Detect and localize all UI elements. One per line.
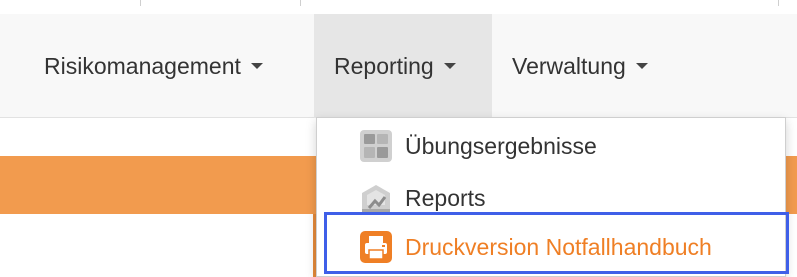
reports-icon: [362, 185, 390, 212]
divider: [140, 0, 141, 6]
menu-item-label: Druckversion Notfallhandbuch: [405, 233, 712, 260]
menu-item-uebungsergebnisse[interactable]: Übungsergebnisse: [317, 120, 785, 172]
menu-item-druckversion-notfallhandbuch[interactable]: Druckversion Notfallhandbuch: [317, 221, 785, 273]
nav-item-label: Verwaltung: [512, 52, 626, 79]
top-strip: [0, 0, 797, 15]
caret-down-icon: [250, 63, 263, 69]
nav-item-risikomanagement[interactable]: Risikomanagement: [44, 14, 263, 118]
printer-icon: [360, 231, 392, 263]
caret-down-icon: [635, 63, 648, 69]
divider: [300, 0, 301, 6]
main-navbar: Risikomanagement Reporting Verwaltung: [0, 14, 797, 118]
caret-down-icon: [443, 63, 456, 69]
nav-item-label: Risikomanagement: [44, 52, 241, 79]
menu-item-label: Übungsergebnisse: [405, 132, 597, 159]
nav-item-label: Reporting: [334, 52, 434, 79]
divider: [778, 0, 779, 6]
reporting-dropdown-menu: Übungsergebnisse Reports Druckversion No…: [316, 117, 786, 277]
nav-item-verwaltung[interactable]: Verwaltung: [512, 14, 648, 118]
nav-item-reporting[interactable]: Reporting: [314, 14, 492, 118]
exercise-results-icon: [360, 130, 392, 162]
menu-item-reports[interactable]: Reports: [317, 172, 785, 224]
menu-item-label: Reports: [405, 184, 486, 211]
